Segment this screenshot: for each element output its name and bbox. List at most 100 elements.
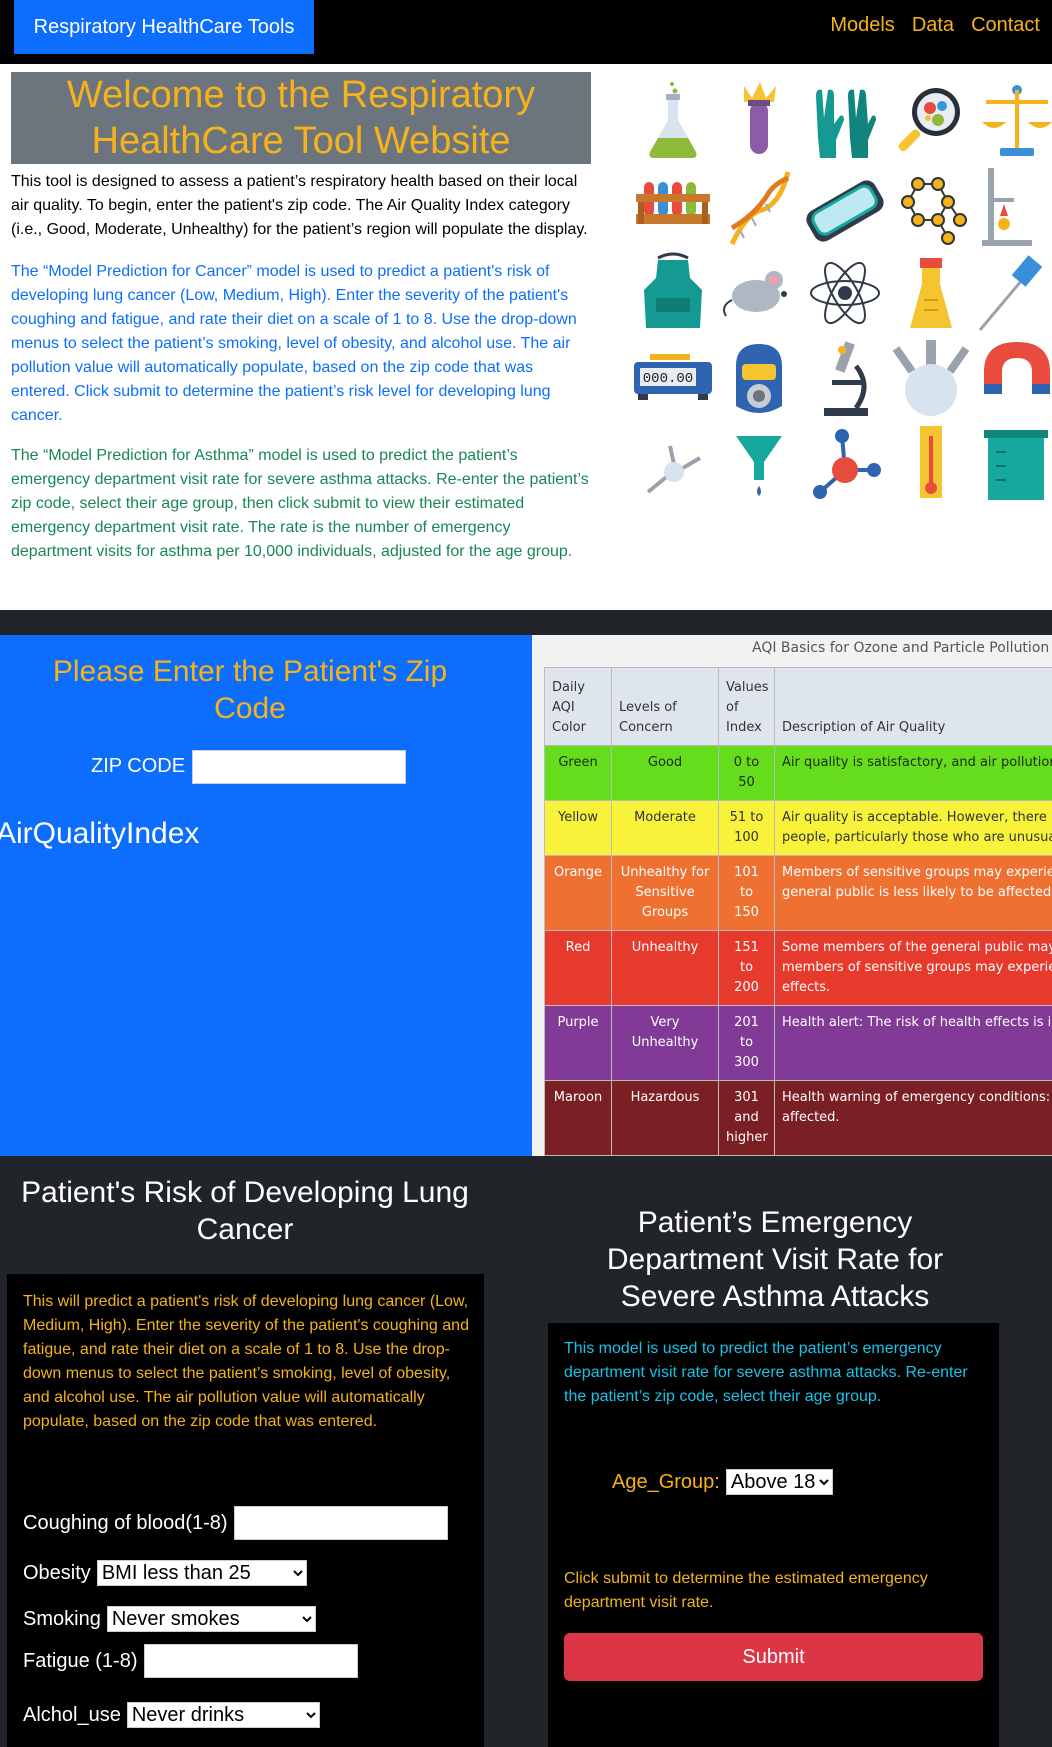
smoking-row: Smoking Never smokes [23, 1606, 316, 1632]
age-group-select[interactable]: Above 18 [725, 1469, 833, 1495]
nav-data[interactable]: Data [912, 14, 954, 37]
section-divider [0, 610, 1052, 635]
fatigue-row: Fatigue (1-8) [23, 1644, 358, 1678]
zip-code-label: ZIP CODE [91, 755, 186, 777]
table-row: Yellow Moderate 51 to 100 Air quality is ac… [544, 800, 1052, 856]
header-values-of-index: Values of Index [718, 667, 775, 746]
cancer-model-paragraph: The “Model Prediction for Cancer” model … [11, 263, 577, 424]
submit-instructions: Click submit to determine the estimated … [564, 1570, 928, 1611]
values-cell: 301 and higher [718, 1080, 775, 1156]
header-description: Description of Air Quality [774, 667, 1052, 746]
values-cell: 51 to 100 [718, 800, 775, 856]
apron-icon [644, 252, 702, 328]
navbar: Respiratory HealthCare Tools Models Data… [0, 0, 1052, 64]
round-flask-icon [892, 340, 970, 416]
aqi-basics-panel: AQI Basics for Ozone and Particle Pollut… [532, 635, 1052, 1156]
scale-icon [982, 85, 1052, 156]
table-row: Green Good 0 to 50 Air quality is satisfact… [544, 745, 1052, 801]
measuring-cup-icon [984, 430, 1048, 500]
welcome-heading: Welcome to the Respiratory HealthCare To… [11, 72, 591, 164]
digital-scale-icon: 000.00 [634, 354, 712, 400]
header-aqi-color: Daily AQI Color [544, 667, 612, 746]
nav-models[interactable]: Models [830, 14, 894, 37]
dna-icon [729, 171, 791, 246]
values-cell: 201 to 300 [718, 1005, 775, 1081]
values-cell: 0 to 50 [718, 745, 775, 801]
header-levels-of-concern: Levels of Concern [611, 667, 719, 746]
asthma-model-paragraph: The “Model Prediction for Asthma” model … [11, 447, 589, 560]
asthma-form: This model is used to predict the patien… [548, 1323, 999, 1747]
age-group-row: Age_Group: Above 18 [612, 1469, 833, 1495]
zip-code-input[interactable] [192, 750, 406, 784]
alcohol-select[interactable]: Never drinks [126, 1702, 320, 1728]
values-cell: 101 to 150 [718, 855, 775, 931]
nav-contact[interactable]: Contact [971, 14, 1040, 37]
aqi-color-cell: Purple [544, 1005, 612, 1081]
obesity-row: Obesity BMI less than 25 [23, 1560, 307, 1586]
air-quality-index-label: AirQualityIndex [0, 817, 200, 850]
mouse-icon [723, 271, 787, 317]
alcohol-label: Alchol_use [23, 1703, 121, 1726]
brand-link[interactable]: Respiratory HealthCare Tools [14, 0, 314, 54]
magnifier-icon [898, 88, 960, 152]
zip-heading: Please Enter the Patient's Zip Code [52, 655, 448, 725]
coughing-input[interactable] [233, 1506, 448, 1540]
table-row: Maroon Hazardous 301 and higher Health warn… [544, 1080, 1052, 1156]
hazmat-mask-icon [736, 344, 782, 413]
level-cell: Hazardous [611, 1080, 719, 1156]
level-cell: Unhealthy [611, 930, 719, 1006]
zip-code-section: Please Enter the Patient's Zip Code ZIP … [0, 635, 532, 1156]
aqi-color-cell: Red [544, 930, 612, 1006]
table-row: Orange Unhealthy for Sensitive Groups 101 … [544, 855, 1052, 931]
smoking-select[interactable]: Never smokes [106, 1606, 316, 1632]
svg-text:000.00: 000.00 [643, 371, 693, 387]
fatigue-input[interactable] [143, 1644, 358, 1678]
table-header-row: Daily AQI Color Levels of Concern Values… [544, 667, 1052, 746]
lung-cancer-description: This will predict a patient's risk of de… [23, 1293, 469, 1430]
description-cell: Health alert: The risk of health effects… [774, 1005, 1052, 1081]
lab-icons-image: 000.00 [630, 78, 1052, 548]
thermometer-icon [920, 426, 942, 498]
lung-cancer-heading: Patient's Risk of Developing Lung Cancer [21, 1176, 469, 1246]
lung-cancer-form: This will predict a patient's risk of de… [7, 1274, 484, 1747]
aqi-color-cell: Maroon [544, 1080, 612, 1156]
fatigue-label: Fatigue (1-8) [23, 1649, 138, 1672]
molecule-icon [813, 429, 881, 499]
beaker-icon [910, 258, 952, 328]
magnet-icon [984, 342, 1050, 394]
values-cell: 151 to 200 [718, 930, 775, 1006]
aqi-color-cell: Green [544, 745, 612, 801]
description-cell: Members of sensitive groups may experien… [774, 855, 1052, 931]
gloves-icon [816, 89, 876, 158]
level-cell: Good [611, 745, 719, 801]
coughing-row: Coughing of blood(1-8) [23, 1506, 448, 1540]
funnel-icon [736, 436, 782, 496]
table-row: Purple Very Unhealthy 201 to 300 Health ale… [544, 1005, 1052, 1081]
aqi-color-cell: Yellow [544, 800, 612, 856]
submit-button[interactable]: Submit [564, 1633, 983, 1681]
description-cell: Some members of the general public may c… [774, 930, 1052, 1006]
molecule-ring-icon [901, 177, 967, 245]
description-cell: Health warning of emergency conditions: … [774, 1080, 1052, 1156]
alcohol-row: Alchol_use Never drinks [23, 1702, 320, 1728]
dropper-icon [646, 445, 702, 494]
obesity-label: Obesity [23, 1561, 91, 1584]
aqi-table-caption: AQI Basics for Ozone and Particle Pollut… [752, 640, 1050, 656]
obesity-select[interactable]: BMI less than 25 [96, 1560, 307, 1586]
description-cell: Air quality is satisfactory, and air pol… [774, 745, 1052, 801]
level-cell: Moderate [611, 800, 719, 856]
intro-section: Welcome to the Respiratory HealthCare To… [0, 64, 1052, 610]
table-row: Red Unhealthy 151 to 200 Some members of th… [544, 930, 1052, 1006]
asthma-description: This model is used to predict the patien… [564, 1340, 968, 1405]
age-group-label: Age_Group: [612, 1470, 720, 1493]
coughing-label: Coughing of blood(1-8) [23, 1511, 228, 1534]
goggles-icon [806, 180, 884, 242]
lab-stand-icon [982, 168, 1032, 246]
asthma-heading: Patient’s Emergency Department Visit Rat… [606, 1206, 944, 1313]
nav-links: Models Data Contact [830, 14, 1040, 37]
test-tube-icon [744, 82, 776, 154]
test-tube-rack-icon [636, 182, 710, 224]
microscope-icon [824, 341, 868, 416]
aqi-color-cell: Orange [544, 855, 612, 931]
description-cell: Air quality is acceptable. However, ther… [774, 800, 1052, 856]
